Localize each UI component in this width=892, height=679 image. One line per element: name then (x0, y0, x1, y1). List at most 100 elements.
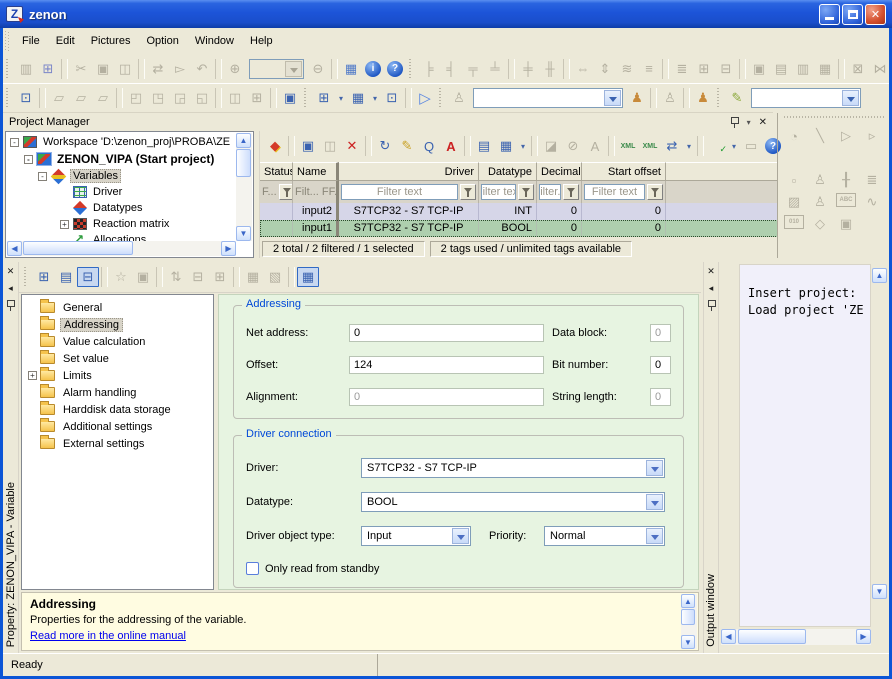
listbox-element-icon[interactable]: ≣ (862, 171, 882, 189)
datatype-filter-input[interactable]: Filter text (481, 184, 516, 200)
property-tree-item[interactable]: General (28, 299, 213, 316)
scroll-up-icon[interactable]: ▲ (236, 133, 251, 148)
function-combo[interactable] (751, 88, 861, 108)
chevron-left-icon[interactable]: ◂ (709, 283, 714, 294)
message-icon[interactable]: ▭ (740, 136, 762, 156)
refresh-icon[interactable]: ↻ (374, 136, 396, 156)
menu-item[interactable]: File (14, 32, 48, 50)
priority-select[interactable]: Normal (544, 526, 665, 546)
paste-icon[interactable]: ◫ (319, 136, 341, 156)
exchange-icon[interactable]: ⇄ (661, 136, 683, 156)
start-offset-filter-input[interactable]: Filter text (584, 184, 645, 200)
table-row[interactable]: input2 S7TCP32 - S7 TCP-IP INT 0 0 (260, 203, 778, 220)
chevron-down-icon[interactable] (646, 460, 663, 476)
new-variable-icon[interactable]: ◆ (264, 136, 286, 156)
field-input[interactable]: 0 (650, 324, 671, 342)
property-tree-item[interactable]: Value calculation (28, 333, 213, 350)
tree-expander[interactable]: - (38, 172, 47, 181)
align-right-icon[interactable]: ╡ (440, 59, 462, 79)
text-frame-icon[interactable]: A (584, 136, 606, 156)
table-row[interactable]: input1 S7TCP32 - S7 TCP-IP BOOL 0 0 (260, 220, 778, 237)
menu-item[interactable]: Option (138, 32, 186, 50)
output-vertical-scrollbar[interactable]: ▲ ▼ (872, 264, 888, 627)
user-combo[interactable] (473, 88, 623, 108)
dropdown-icon[interactable]: ▾ (728, 136, 740, 156)
binary-element-icon[interactable]: 010 (784, 215, 804, 229)
user-administration-icon[interactable]: ♟ (692, 88, 714, 108)
maximize-button[interactable] (842, 4, 863, 25)
filter-funnel-icon[interactable] (518, 184, 534, 200)
flip-vertical-icon[interactable]: ⊠ (847, 59, 869, 79)
duplicate-icon[interactable]: ⊞ (246, 88, 268, 108)
close-button[interactable]: ✕ (865, 4, 886, 25)
decimals-filter-input[interactable]: Filter... (539, 184, 561, 200)
scroll-left-icon[interactable]: ◀ (7, 241, 22, 256)
export-variables-icon[interactable]: ⊡ (15, 88, 37, 108)
close-icon[interactable]: ✕ (707, 266, 715, 277)
collapse-all-icon[interactable]: ⊟ (187, 267, 209, 287)
chevron-down-icon[interactable] (646, 528, 663, 544)
tree-expander[interactable]: + (60, 220, 69, 229)
flip-horizontal-icon[interactable]: ⋈ (869, 59, 891, 79)
property-tree-item[interactable]: Set value (28, 350, 213, 367)
new-list-icon[interactable]: ⊞ (33, 267, 55, 287)
move-down-icon[interactable]: ◲ (169, 88, 191, 108)
pin-icon[interactable] (6, 300, 15, 311)
select-cursor-icon[interactable]: ▻ (169, 59, 191, 79)
eraser-icon[interactable]: ⊘ (562, 136, 584, 156)
diamond-element-icon[interactable]: ◇ (810, 215, 830, 233)
group-view-icon[interactable]: ▦ (242, 267, 264, 287)
field-input[interactable]: 124 (349, 356, 544, 374)
center-vertical-icon[interactable]: ╫ (539, 59, 561, 79)
image-element-icon[interactable]: ▨ (784, 193, 804, 211)
field-input[interactable]: 0 (349, 388, 544, 406)
align-bottom-icon[interactable]: ╧ (484, 59, 506, 79)
tree-expander[interactable]: + (28, 371, 37, 380)
sort-icon[interactable]: ⇅ (165, 267, 187, 287)
clone-icon[interactable]: ◫ (224, 88, 246, 108)
scroll-down-icon[interactable]: ▼ (872, 584, 887, 599)
chevron-down-icon[interactable] (646, 494, 663, 510)
delete-icon[interactable]: ✕ (341, 136, 363, 156)
datatype-select[interactable]: BOOL (361, 492, 665, 512)
chevron-down-icon[interactable]: ▾ (747, 118, 751, 127)
tree-item[interactable]: Driver (60, 184, 236, 200)
expand-all-icon[interactable]: ⊞ (209, 267, 231, 287)
column-header-datatype[interactable]: Datatype (479, 162, 537, 181)
substitute-names-icon[interactable]: ▱ (92, 88, 114, 108)
scroll-thumb[interactable] (23, 241, 133, 255)
close-icon[interactable]: ✕ (7, 266, 15, 277)
to-back-icon[interactable]: ▤ (770, 59, 792, 79)
tree-item[interactable]: - Workspace 'D:\zenon_proj\PROBA\ZE (10, 134, 236, 150)
move-right-icon[interactable]: ◳ (147, 88, 169, 108)
column-header-status[interactable]: Status (260, 162, 293, 181)
user-list-icon[interactable]: ♙ (448, 88, 470, 108)
dropdown-icon[interactable]: ▾ (517, 136, 529, 156)
tree-item[interactable]: + Reaction matrix (60, 216, 236, 232)
property-tree-item[interactable]: External settings (28, 435, 213, 452)
column-setup-icon[interactable]: ▦ (495, 136, 517, 156)
scroll-right-icon[interactable]: ▶ (856, 629, 871, 644)
same-width-icon[interactable]: ⇔ (572, 59, 594, 79)
menu-item[interactable]: Window (187, 32, 242, 50)
online-manual-link[interactable]: Read more in the online manual (30, 630, 186, 642)
function-icon[interactable]: ✎ (726, 88, 748, 108)
pin-icon[interactable] (730, 117, 739, 128)
filter-funnel-icon[interactable] (647, 184, 663, 200)
move-element-icon[interactable]: ◰ (125, 88, 147, 108)
connector-element-icon[interactable]: ╂ (836, 171, 856, 189)
scroll-thumb[interactable] (236, 149, 251, 177)
driver-filter-input[interactable]: Filter text (341, 184, 458, 200)
zoom-level-combo[interactable] (249, 59, 304, 79)
polygon-element-icon[interactable]: ▷ (836, 127, 856, 145)
keyboard-picture-icon[interactable]: ▦ (347, 88, 369, 108)
pin-icon[interactable] (707, 300, 716, 311)
help-scrollbar[interactable]: ▲ ▼ (681, 594, 697, 649)
name-filter[interactable]: Filt... FF... (295, 184, 339, 201)
chevron-down-icon[interactable] (452, 528, 469, 544)
tree-item[interactable]: Datatypes (60, 200, 236, 216)
page-view-icon[interactable]: ▤ (55, 267, 77, 287)
driver-object-type-select[interactable]: Input (361, 526, 471, 546)
cut-icon[interactable]: ✂ (70, 59, 92, 79)
properties-icon[interactable]: ▤ (473, 136, 495, 156)
